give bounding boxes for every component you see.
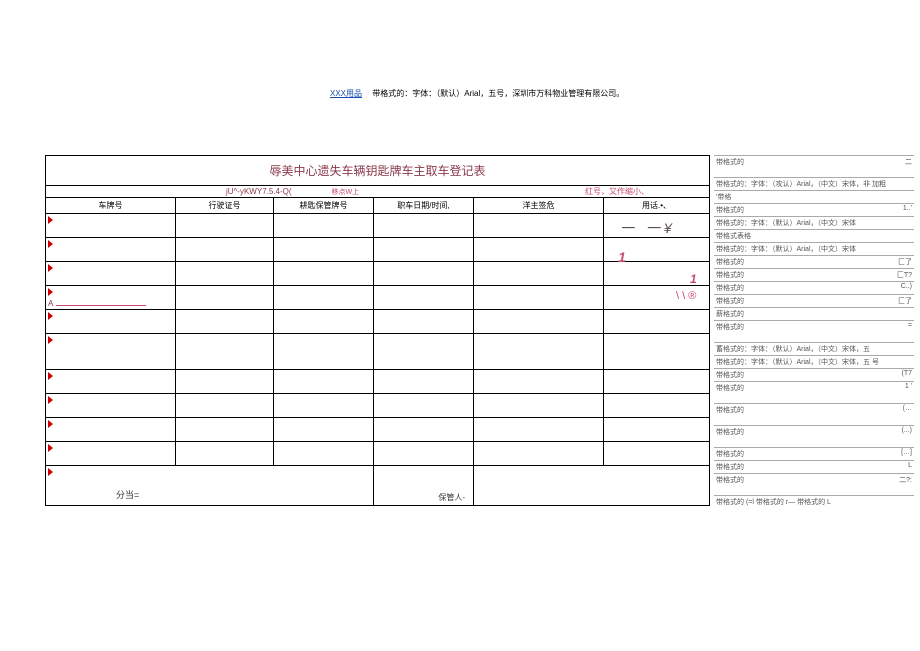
side-line: 带格式的[…] (714, 447, 914, 460)
side-line: 带格式的(… (714, 403, 914, 425)
side-line: 带格式的匚了 (714, 294, 914, 307)
table-row (45, 262, 710, 286)
bottom-label-2: 保管人- (438, 492, 465, 503)
triangle-icon (48, 336, 53, 344)
triangle-icon (48, 240, 53, 248)
side-line: 蓄格式的：字体：（默认）Arial，（中文）宋体，五 (714, 342, 914, 355)
triangle-icon (48, 444, 53, 452)
table-row (45, 394, 710, 418)
table-row (45, 370, 710, 394)
scribble-3: 1 (690, 272, 697, 286)
triangle-icon (48, 420, 53, 428)
side-line: 带格式的(T7 (714, 368, 914, 381)
col-plate: 车牌号 (45, 198, 175, 213)
main-table: 辱美中心遗失车辆钥匙牌车主取车登记表 jU^-yKWY7.5.4-Q( 移点W上… (45, 155, 710, 506)
form-code: jU^-yKWY7.5.4-Q( (226, 187, 292, 196)
side-line: 带格式表格 (714, 229, 914, 242)
side-line: 带格式的= (714, 320, 914, 342)
side-line: 带格式的1 ' (714, 381, 914, 403)
side-line: 带格式的匚T? (714, 268, 914, 281)
side-line: 带格式的匚了 (714, 255, 914, 268)
title-row: 辱美中心遗失车辆钥匙牌车主取车登记表 (45, 155, 710, 186)
scribble-2: 1 (618, 249, 626, 265)
table-row (45, 442, 710, 466)
col-datetime: 职车日期/时间, (373, 198, 473, 213)
triangle-icon (48, 288, 53, 296)
scribble-1: 一 一¥ (620, 218, 676, 238)
side-line: 带格式的L (714, 460, 914, 473)
table-row: A (45, 286, 710, 310)
side-line: 带格式的：字体：（默认）Arial，（中文）宋体 (714, 242, 914, 255)
scribble-4: \ \ ® (676, 290, 696, 302)
bottom-label-1: 分当= (116, 488, 139, 501)
bottom-row: 分当= 保管人- (45, 466, 710, 506)
side-line: '带格 (714, 190, 914, 203)
side-line: 带格式的二 (714, 155, 914, 177)
col-signature: 洋主签危 (473, 198, 603, 213)
side-line: 带格式的：字体：（默认）Arial，（中文）宋体，五 号 (714, 355, 914, 368)
code-right: 红号，又作缩小、 (585, 186, 649, 197)
table-row (45, 334, 710, 370)
code-mid: 移点W上 (332, 187, 360, 197)
triangle-icon (48, 396, 53, 404)
side-line: 带格式的：字体：（攻认）Arial，（中文）宋体，非 加粗 (714, 177, 914, 190)
side-line: 带格式的(...) (714, 425, 914, 447)
col-license: 行驶证号 (175, 198, 273, 213)
header-link: XXX用品 (330, 89, 362, 98)
row-a-underline (56, 305, 146, 306)
table-header: 车牌号 行驶证号 耕匙保管牌号 职车日期/时间, 洋主签危 用话.•、 (45, 198, 710, 214)
side-line: 带格式的：字体：（默认）Arial，（中文）宋体 (714, 216, 914, 229)
side-line: 带格式的1..' (714, 203, 914, 216)
triangle-icon (48, 468, 53, 476)
row-a-label: A (48, 299, 53, 308)
table-row (45, 418, 710, 442)
col-keytag: 耕匙保管牌号 (273, 198, 373, 213)
table-row (45, 214, 710, 238)
table-row (45, 310, 710, 334)
header-text: 带格式的：字体：（默认）Arial，五号，深圳市万科物业管理有限公司。 (372, 89, 624, 98)
header-top: XXX用品 带格式的：字体：（默认）Arial，五号，深圳市万科物业管理有限公司… (330, 88, 624, 99)
format-annotations-panel: 带格式的二 带格式的：字体：（攻认）Arial，（中文）宋体，非 加粗 '带格 … (714, 155, 914, 508)
code-row: jU^-yKWY7.5.4-Q( 移点W上 红号，又作缩小、 (45, 186, 710, 198)
side-line: 薪格式的 (714, 307, 914, 320)
triangle-icon (48, 312, 53, 320)
triangle-icon (48, 264, 53, 272)
table-row (45, 238, 710, 262)
side-line: 带格式的二?: (714, 473, 914, 495)
col-phone: 用话.•、 (603, 198, 710, 213)
side-line: 带格式的C..) (714, 281, 914, 294)
side-line: 带格式的 (=l 带格式的 r— 带格式的 L (714, 495, 914, 508)
form-title: 辱美中心遗失车辆钥匙牌车主取车登记表 (46, 156, 709, 185)
triangle-icon (48, 216, 53, 224)
triangle-icon (48, 372, 53, 380)
